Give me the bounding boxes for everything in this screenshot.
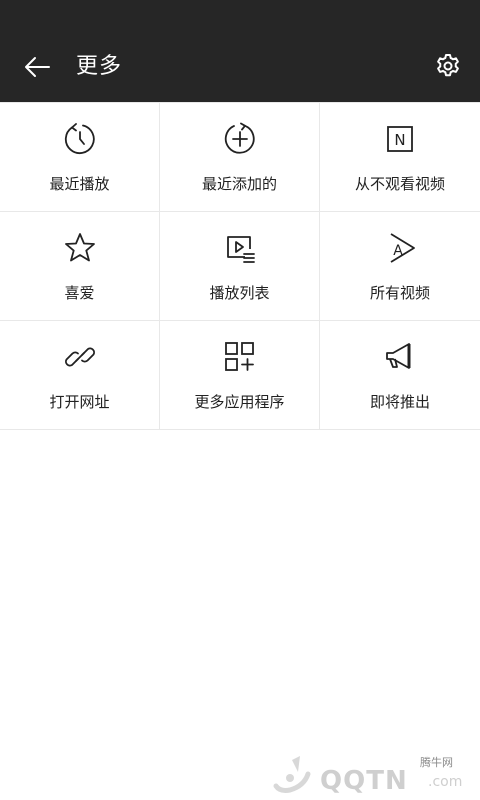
page-title: 更多 — [76, 54, 123, 79]
link-icon — [62, 339, 98, 375]
app-header: 更多 — [0, 0, 480, 102]
all-videos-icon: A — [382, 230, 418, 266]
tile-label: 从不观看视频 — [354, 175, 445, 193]
tile-recent-play[interactable]: 最近播放 — [0, 103, 160, 212]
back-arrow-icon — [25, 57, 50, 77]
recent-add-icon — [222, 121, 258, 157]
watermark-brand: QQTN — [320, 766, 408, 796]
svg-text:A: A — [393, 243, 403, 259]
tile-coming-soon[interactable]: 即将推出 — [320, 321, 480, 430]
recent-play-icon — [62, 121, 98, 157]
svg-text:N: N — [394, 131, 405, 149]
tile-label: 所有视频 — [369, 284, 430, 302]
tile-never-watched[interactable]: N 从不观看视频 — [320, 103, 480, 212]
more-options-grid: 最近播放 最近添加的 N 从不观看视频 喜爱 播放列表 A 所有视频 打开网址 … — [0, 102, 480, 430]
tile-label: 播放列表 — [209, 284, 270, 302]
tile-label: 最近播放 — [49, 175, 110, 193]
megaphone-icon — [382, 339, 418, 375]
watermark-small-text: 腾牛网 — [420, 756, 453, 769]
tile-recent-add[interactable]: 最近添加的 — [160, 103, 320, 212]
tile-label: 打开网址 — [49, 393, 110, 411]
watermark-logo-icon — [273, 756, 311, 793]
tile-label: 最近添加的 — [201, 175, 277, 193]
tile-playlist[interactable]: 播放列表 — [160, 212, 320, 321]
tile-all-videos[interactable]: A 所有视频 — [320, 212, 480, 321]
back-button[interactable] — [18, 48, 56, 86]
watermark: 腾牛网 QQTN .com — [268, 748, 478, 798]
tile-open-url[interactable]: 打开网址 — [0, 321, 160, 430]
tile-favorites[interactable]: 喜爱 — [0, 212, 160, 321]
watermark-suffix: .com — [428, 774, 463, 790]
tile-label: 喜爱 — [64, 284, 95, 302]
never-watched-icon: N — [382, 121, 418, 157]
tile-label: 即将推出 — [369, 393, 430, 411]
playlist-icon — [222, 230, 258, 266]
apps-grid-icon — [222, 339, 258, 375]
gear-icon — [437, 54, 459, 77]
settings-button[interactable] — [430, 48, 466, 84]
star-icon — [62, 230, 98, 266]
tile-more-apps[interactable]: 更多应用程序 — [160, 321, 320, 430]
tile-label: 更多应用程序 — [194, 393, 285, 411]
